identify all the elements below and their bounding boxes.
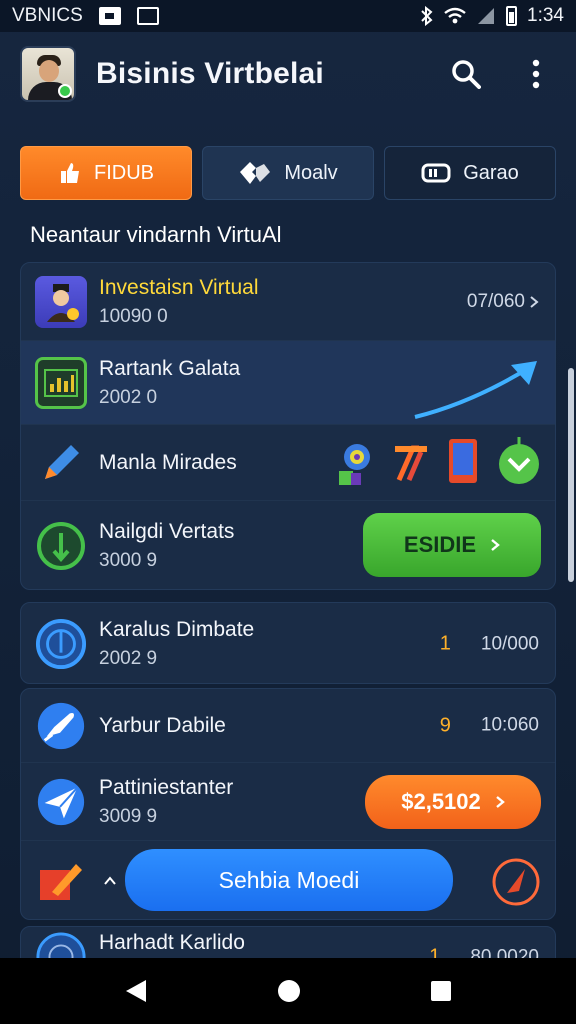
compass-icon — [35, 520, 87, 572]
chevron-right-icon — [491, 539, 500, 551]
chevron-right-icon — [530, 295, 539, 308]
button-label: ESIDIE — [403, 532, 477, 557]
item-sub: 10090 0 — [99, 305, 168, 327]
button-label: $2,5102 — [401, 789, 481, 814]
list-item[interactable]: Sehbia Moedi — [21, 841, 555, 919]
search-button[interactable] — [446, 54, 486, 94]
item-value: 10:060 — [480, 714, 539, 736]
list-item[interactable]: Manla Mirades — [21, 425, 555, 501]
item-value: 07/060 — [466, 290, 525, 312]
mobile-device-icon — [449, 439, 477, 483]
avatar[interactable] — [20, 46, 76, 102]
tab-fidub[interactable]: FIDUB — [20, 146, 192, 200]
scrollbar[interactable] — [568, 368, 574, 582]
item-sub: 2002 9 — [99, 648, 158, 669]
tab-label: Moalv — [284, 161, 338, 184]
battery-icon — [506, 6, 518, 26]
item-sub: 3000 9 — [99, 550, 158, 571]
tab-label: Garao — [463, 161, 519, 184]
list-card-primary: Investaisn Virtual 10090 0 07/060 Rartan… — [20, 262, 556, 590]
system-nav-bar — [0, 958, 576, 1024]
tools-icon — [395, 445, 427, 482]
chevron-right-icon — [495, 796, 505, 808]
list-item[interactable]: Investaisn Virtual 10090 0 07/060 — [21, 263, 555, 341]
list-item[interactable]: Nailgdi Vertats 3000 9 ESIDIE — [21, 501, 555, 589]
app-title: Bisinis Virtbelai — [96, 57, 324, 90]
tab-moalv[interactable]: Moalv — [202, 146, 374, 200]
recents-icon[interactable] — [430, 980, 452, 1002]
trend-arrow-icon — [414, 361, 537, 419]
action-button-green[interactable]: ESIDIE — [363, 513, 541, 577]
item-name: Manla Mirades — [99, 450, 237, 474]
item-name: Karalus Dimbate — [99, 618, 255, 641]
tab-bar: FIDUB Moalv Garao — [20, 146, 556, 200]
list-item[interactable]: Pattiniestanter 3009 9 $2,5102 — [21, 763, 555, 841]
wifi-icon — [444, 7, 466, 24]
category-icons — [333, 437, 541, 487]
list-item[interactable]: Yarbur Dabile 9 10:060 — [21, 689, 555, 763]
paper-plane-icon — [35, 776, 87, 828]
item-name: Yarbur Dabile — [99, 713, 226, 737]
pencil-icon — [35, 437, 87, 489]
tab-label: FIDUB — [94, 161, 154, 184]
rocket-icon — [35, 700, 87, 752]
online-badge — [58, 84, 72, 98]
target-robot-icon — [339, 444, 370, 485]
item-count: 1 — [439, 632, 451, 655]
back-icon[interactable] — [124, 978, 148, 1004]
home-icon[interactable] — [276, 978, 302, 1004]
clock: 1:34 — [527, 5, 564, 26]
item-value: 10/000 — [480, 633, 539, 654]
message-notification-icon — [136, 7, 159, 25]
investor-avatar-icon — [35, 275, 87, 328]
price-button[interactable]: $2,5102 — [365, 775, 541, 829]
section-title: Neantaur vindarnh VirtuAl — [30, 222, 282, 247]
status-bar: VBNICS 1:34 — [0, 0, 576, 32]
signal-icon — [478, 8, 495, 24]
thumbs-up-icon — [61, 163, 79, 183]
handshake-icon — [240, 162, 271, 184]
chevron-up-icon[interactable] — [103, 876, 117, 886]
item-name: Pattiniestanter — [99, 775, 234, 799]
item-sub: 2002 0 — [99, 386, 158, 408]
more-options-button[interactable] — [516, 54, 556, 94]
tab-garao[interactable]: Garao — [384, 146, 556, 200]
edit-document-icon — [35, 855, 87, 907]
item-sub: 3009 9 — [99, 805, 158, 827]
item-count: 9 — [439, 714, 451, 736]
item-name: Nailgdi Vertats — [99, 520, 235, 543]
list-card-karalus: Karalus Dimbate 2002 9 1 10/000 — [20, 602, 556, 684]
bluetooth-icon — [421, 6, 433, 26]
app-bar: Bisinis Virtbelai — [0, 32, 576, 116]
item-name: Rartank Galata — [99, 356, 241, 380]
compass-rose-icon[interactable] — [489, 855, 543, 909]
growth-chart-icon — [35, 356, 87, 409]
list-item[interactable]: Rartank Galata 2002 0 — [21, 341, 555, 425]
button-label: Sehbia Moedi — [218, 866, 360, 893]
list-card-secondary: Yarbur Dabile 9 10:060 Pattiniestanter 3… — [20, 688, 556, 920]
primary-action-button[interactable]: Sehbia Moedi — [125, 849, 453, 911]
download-circle-icon — [499, 437, 539, 484]
storage-icon — [421, 163, 451, 183]
item-name: Harhadt Karlido — [99, 931, 245, 954]
search-icon — [452, 60, 481, 89]
list-item[interactable]: Karalus Dimbate 2002 9 1 10/000 — [21, 603, 555, 683]
item-name: Investaisn Virtual — [99, 275, 259, 299]
more-vert-icon — [532, 59, 540, 89]
target-circle-icon — [35, 618, 87, 670]
gallery-notification-icon — [98, 7, 121, 25]
carrier-label: VBNICS — [12, 5, 83, 26]
